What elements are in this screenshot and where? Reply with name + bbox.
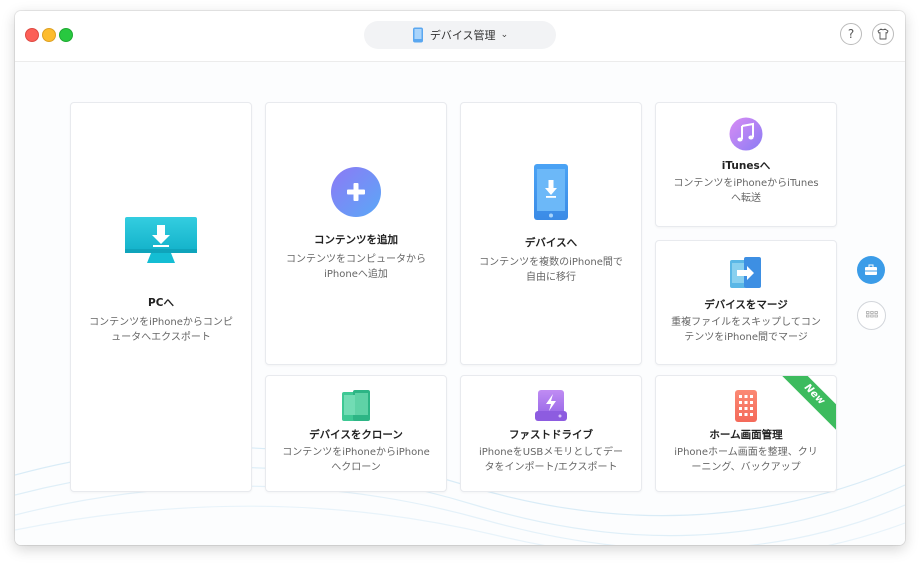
skin-button[interactable] (872, 23, 894, 45)
card-description: iPhoneホーム画面を整理、クリーニング、バックアップ (674, 447, 818, 473)
card-to-device[interactable]: デバイスへ コンテンツを複数のiPhone間で自由に移行 (460, 102, 642, 365)
card-merge-device[interactable]: デバイスをマージ 重複ファイルをスキップしてコンテンツをiPhone間でマージ (655, 240, 837, 365)
card-title: デバイスをマージ (704, 299, 788, 311)
card-title: ファストドライブ (509, 429, 593, 441)
device-name: デバイス管理 (429, 29, 496, 42)
card-description: 重複ファイルをスキップしてコンテンツをiPhone間でマージ (671, 317, 821, 343)
phone-download-icon (534, 164, 568, 220)
card-to-pc[interactable]: PCへ コンテンツをiPhoneからコンピュータへエクスポート (70, 102, 252, 492)
device-selector[interactable]: デバイス管理 ⌄ (364, 21, 556, 49)
card-description: コンテンツをiPhoneからコンピュータへエクスポート (89, 317, 233, 343)
zoom-window-button[interactable] (59, 28, 73, 42)
card-home-screen[interactable]: New ホーム画面管理 iPhoneホーム画面を整理、クリーニング、バックアップ (655, 375, 837, 492)
phone-icon (412, 27, 423, 43)
toolbox-button[interactable] (857, 256, 885, 284)
grid-button[interactable] (857, 301, 886, 330)
chevron-down-icon: ⌄ (500, 30, 509, 40)
help-label: ? (847, 27, 855, 41)
card-to-itunes[interactable]: iTunesへ コンテンツをiPhoneからiTunesへ転送 (655, 102, 837, 227)
tshirt-icon (877, 28, 889, 40)
card-title: デバイスをクローン (309, 429, 403, 441)
card-title: デバイスへ (524, 237, 578, 249)
card-fast-drive[interactable]: ファストドライブ iPhoneをUSBメモリとしてデータをインポート/エクスポー… (460, 375, 642, 492)
card-clone-device[interactable]: デバイスをクローン コンテンツをiPhoneからiPhoneへクローン (265, 375, 447, 492)
help-button[interactable]: ? (840, 23, 862, 45)
card-title: PCへ (148, 297, 174, 309)
clone-phones-icon (342, 390, 370, 421)
app-grid-phone-icon (735, 390, 757, 422)
app-window: デバイス管理 ⌄ ? PCへ コンテンツをiPhoneからコンピュータへエクスポ… (15, 11, 905, 545)
card-description: コンテンツをコンピュータからiPhoneへ追加 (286, 254, 426, 280)
main-content: PCへ コンテンツをiPhoneからコンピュータへエクスポート コンテンツを追加… (15, 62, 905, 545)
plus-circle-icon (331, 167, 381, 217)
grid-icon (865, 311, 878, 318)
close-window-button[interactable] (25, 28, 39, 42)
card-title: ホーム画面管理 (709, 429, 783, 441)
toolbox-icon (865, 264, 877, 275)
card-add-content[interactable]: コンテンツを追加 コンテンツをコンピュータからiPhoneへ追加 (265, 102, 447, 365)
lightning-drive-icon (535, 390, 567, 421)
card-title: iTunesへ (721, 160, 771, 172)
music-note-icon (729, 117, 763, 151)
card-description: iPhoneをUSBメモリとしてデータをインポート/エクスポート (479, 447, 623, 473)
titlebar: デバイス管理 ⌄ ? (15, 11, 905, 62)
monitor-download-icon (125, 217, 197, 263)
merge-phones-icon (730, 257, 761, 288)
new-badge: New (779, 376, 836, 430)
minimize-window-button[interactable] (42, 28, 56, 42)
card-description: コンテンツをiPhoneからiPhoneへクローン (282, 447, 430, 473)
card-title: コンテンツを追加 (314, 234, 398, 246)
card-description: コンテンツを複数のiPhone間で自由に移行 (479, 257, 623, 283)
card-description: コンテンツをiPhoneからiTunesへ転送 (673, 178, 819, 204)
